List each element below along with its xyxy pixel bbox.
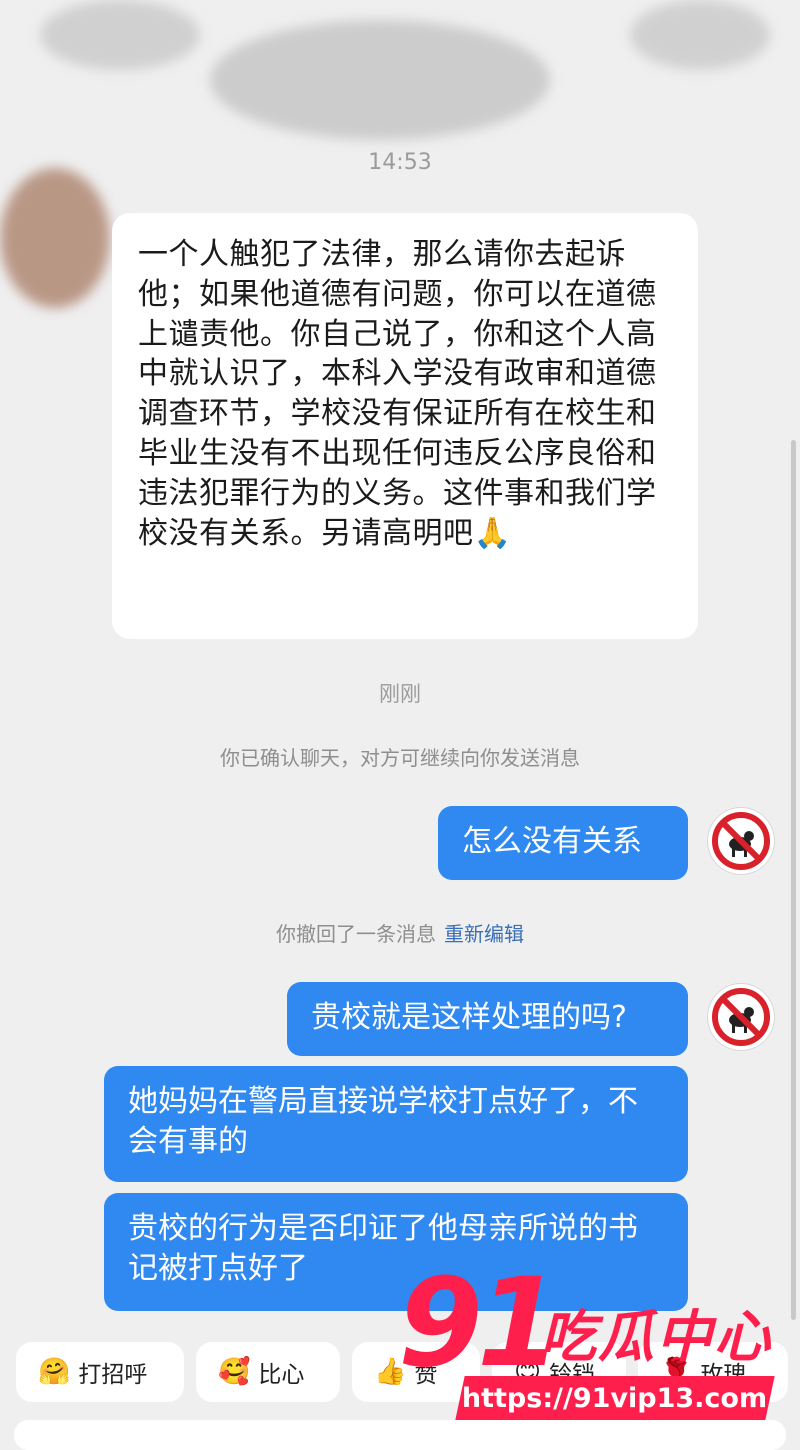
outgoing-message-text: 怎么没有关系: [462, 824, 642, 859]
outgoing-message-bubble[interactable]: 贵校就是这样处理的吗?: [287, 982, 688, 1056]
incoming-message-text: 一个人触犯了法律，那么请你去起诉他；如果他道德有问题，你可以在道德上谴责他。你自…: [138, 237, 657, 551]
outgoing-message-bubble[interactable]: 她妈妈在警局直接说学校打点好了，不会有事的: [104, 1066, 688, 1182]
outgoing-message-text: 她妈妈在警局直接说学校打点好了，不会有事的: [128, 1084, 638, 1159]
quick-reply-label: 比心: [258, 1362, 305, 1388]
timestamp: 14:53: [368, 150, 432, 175]
sender-avatar-redacted: [0, 168, 110, 308]
heart-emoji-icon: 🥰: [218, 1357, 251, 1387]
recall-notice-text: 你撤回了一条消息: [276, 922, 436, 946]
outgoing-message-bubble[interactable]: 怎么没有关系: [438, 806, 688, 880]
outgoing-message-text: 贵校的行为是否印证了他母亲所说的书记被打点好了: [128, 1211, 638, 1286]
outgoing-message-text: 贵校就是这样处理的吗?: [311, 1000, 627, 1035]
system-notice-confirm: 你已确认聊天，对方可继续向你发送消息: [220, 746, 580, 770]
quick-reply-heart[interactable]: 🥰 比心: [196, 1342, 340, 1402]
no-dogs-icon: [712, 812, 770, 870]
quick-reply-label: 打招呼: [78, 1362, 148, 1388]
recall-notice: 你撤回了一条消息 重新编辑: [0, 918, 800, 947]
incoming-message-bubble[interactable]: 一个人触犯了法律，那么请你去起诉他；如果他道德有问题，你可以在道德上谴责他。你自…: [112, 213, 698, 639]
my-avatar[interactable]: [708, 808, 774, 874]
watermark-title: 吃瓜中心: [540, 1305, 772, 1370]
hug-emoji-icon: 🤗: [38, 1357, 71, 1387]
no-dogs-icon: [712, 988, 770, 1046]
timestamp: 刚刚: [379, 682, 421, 706]
redaction-smudge: [40, 0, 200, 70]
praying-hands-emoji-icon: 🙏: [473, 515, 512, 551]
message-input-bar[interactable]: [14, 1420, 786, 1450]
watermark-url: https://91vip13.com: [455, 1376, 775, 1420]
watermark-number: 91: [398, 1252, 562, 1394]
my-avatar[interactable]: [708, 984, 774, 1050]
outgoing-message-bubble[interactable]: 贵校的行为是否印证了他母亲所说的书记被打点好了: [104, 1193, 688, 1311]
redaction-smudge: [630, 0, 770, 70]
scrollbar[interactable]: [791, 440, 796, 1320]
quick-reply-greet[interactable]: 🤗 打招呼: [16, 1342, 184, 1402]
redaction-smudge: [210, 20, 550, 140]
watermark-url-text: https://91vip13.com: [462, 1382, 768, 1414]
re-edit-link[interactable]: 重新编辑: [444, 922, 524, 946]
